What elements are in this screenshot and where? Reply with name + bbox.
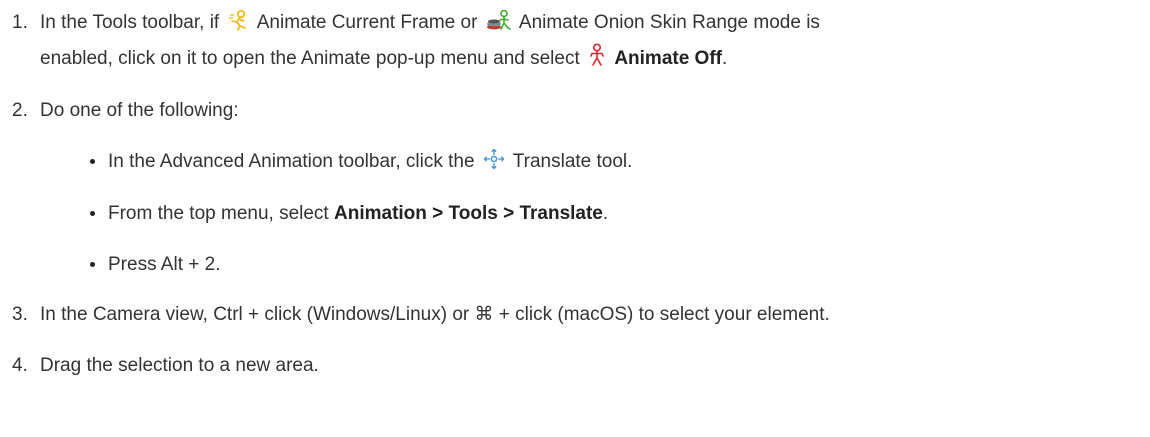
list-item-text: Press Alt + 2. [108, 254, 221, 276]
step-2: 2. Do one of the following: [0, 96, 1150, 125]
bullet-icon [90, 262, 95, 268]
step-text: In the Tools toolbar, if [40, 12, 225, 33]
animate-off-label: Animate Off [614, 48, 722, 70]
step-3: 3. In the Camera view, Ctrl + click (Win… [0, 300, 1150, 329]
step-text: Drag the selection to a new area. [40, 355, 319, 377]
step-number: 3. [12, 303, 28, 325]
bullet-icon [90, 210, 95, 216]
step-1: 1. In the Tools toolbar, if Animate Curr… [0, 8, 1150, 74]
step-1-line-1: In the Tools toolbar, if Animate Current… [40, 8, 1150, 37]
animate-current-frame-icon [228, 9, 250, 31]
list-item: In the Advanced Animation toolbar, click… [0, 147, 1150, 176]
animate-onion-skin-range-label: Animate Onion Skin Range mode is [514, 12, 820, 33]
step-text: enabled, click on it to open the Animate… [40, 48, 586, 70]
step-number: 1. [12, 12, 28, 33]
list-item: Press Alt + 2. [0, 250, 1150, 279]
step-number: 2. [12, 99, 28, 121]
step-text: Do one of the following: [40, 99, 239, 121]
list-item: From the top menu, select Animation > To… [0, 199, 1150, 228]
list-item-text: Translate tool. [507, 151, 633, 173]
list-item-text: In the Advanced Animation toolbar, click… [108, 151, 480, 173]
step-text: . [722, 48, 728, 70]
menu-path: Animation > Tools > Translate [334, 202, 603, 224]
animate-current-frame-label: Animate Current Frame or [252, 12, 483, 33]
instruction-document: 1. In the Tools toolbar, if Animate Curr… [0, 0, 1150, 437]
animate-off-icon [588, 43, 606, 67]
animate-onion-skin-range-icon [486, 9, 512, 31]
list-item-text: From the top menu, select [108, 202, 334, 224]
bullet-icon [90, 159, 95, 165]
step-4: 4. Drag the selection to a new area. [0, 351, 1150, 380]
list-item-text: . [602, 202, 609, 224]
step-number: 4. [12, 355, 28, 377]
translate-tool-icon [483, 148, 505, 170]
step-text: In the Camera view, Ctrl + click (Window… [40, 303, 830, 325]
step-1-line-2: enabled, click on it to open the Animate… [40, 43, 1150, 73]
options-list: In the Advanced Animation toolbar, click… [0, 147, 1150, 279]
